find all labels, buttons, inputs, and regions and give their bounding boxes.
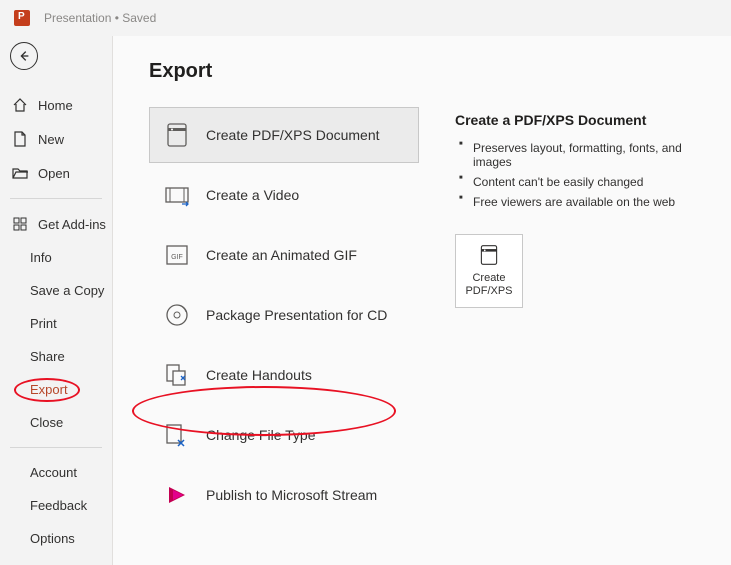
export-label: Package Presentation for CD — [206, 307, 387, 323]
detail-bullet: Preserves layout, formatting, fonts, and… — [455, 138, 695, 172]
back-button[interactable] — [10, 42, 38, 70]
export-label: Create Handouts — [206, 367, 312, 383]
nav-info[interactable]: Info — [0, 241, 112, 274]
svg-text:GIF: GIF — [171, 254, 183, 261]
export-create-pdf-xps[interactable]: Create PDF/XPS Document — [149, 107, 419, 163]
arrow-left-icon — [17, 49, 31, 63]
powerpoint-app-icon — [14, 10, 30, 26]
nav-save-copy[interactable]: Save a Copy — [0, 274, 112, 307]
nav-print[interactable]: Print — [0, 307, 112, 340]
action-label-1: Create — [472, 272, 505, 284]
export-package-cd[interactable]: Package Presentation for CD — [149, 287, 419, 343]
main-content: Export Create PDF/XPS Document Create a … — [112, 36, 731, 565]
pdf-document-icon — [164, 122, 190, 148]
export-label: Create an Animated GIF — [206, 247, 357, 263]
nav-label: Info — [30, 250, 52, 265]
stream-icon — [164, 482, 190, 508]
detail-bullets: Preserves layout, formatting, fonts, and… — [455, 138, 695, 212]
nav-open[interactable]: Open — [0, 156, 112, 190]
nav-label: Print — [30, 316, 57, 331]
nav-get-addins[interactable]: Get Add-ins — [0, 207, 112, 241]
pdf-document-icon — [478, 244, 500, 266]
new-icon — [12, 131, 28, 147]
nav-label: Export — [30, 382, 68, 397]
detail-title: Create a PDF/XPS Document — [455, 112, 695, 128]
detail-bullet: Content can't be easily changed — [455, 172, 695, 192]
nav-label: Share — [30, 349, 65, 364]
cd-icon — [164, 302, 190, 328]
nav-account[interactable]: Account — [0, 456, 112, 489]
nav-label: Save a Copy — [30, 283, 104, 298]
detail-bullet: Free viewers are available on the web — [455, 192, 695, 212]
titlebar: Presentation • Saved — [0, 0, 731, 36]
export-create-video[interactable]: Create a Video — [149, 167, 419, 223]
export-label: Publish to Microsoft Stream — [206, 487, 377, 503]
create-pdf-xps-button[interactable]: Create PDF/XPS — [455, 234, 523, 308]
nav-label: Home — [38, 98, 73, 113]
action-label-2: PDF/XPS — [465, 285, 512, 297]
document-title: Presentation • Saved — [44, 11, 156, 25]
handouts-icon — [164, 362, 190, 388]
divider — [10, 447, 102, 448]
nav-label: Open — [38, 166, 70, 181]
gif-icon: GIF — [164, 242, 190, 268]
export-create-handouts[interactable]: Create Handouts — [149, 347, 419, 403]
export-publish-stream[interactable]: Publish to Microsoft Stream — [149, 467, 419, 523]
export-change-file-type[interactable]: Change File Type — [149, 407, 419, 463]
export-create-gif[interactable]: GIF Create an Animated GIF — [149, 227, 419, 283]
page-title: Export — [149, 60, 419, 83]
nav-feedback[interactable]: Feedback — [0, 489, 112, 522]
nav-label: Account — [30, 465, 77, 480]
nav-options[interactable]: Options — [0, 522, 112, 555]
change-file-type-icon — [164, 422, 190, 448]
folder-open-icon — [12, 165, 28, 181]
export-detail-panel: Create a PDF/XPS Document Preserves layo… — [455, 60, 695, 541]
nav-label: Feedback — [30, 498, 87, 513]
export-label: Change File Type — [206, 427, 315, 443]
home-icon — [12, 97, 28, 113]
nav-new[interactable]: New — [0, 122, 112, 156]
divider — [10, 198, 102, 199]
export-label: Create a Video — [206, 187, 299, 203]
nav-label: Options — [30, 531, 75, 546]
nav-close[interactable]: Close — [0, 406, 112, 439]
addins-icon — [12, 216, 28, 232]
video-icon — [164, 182, 190, 208]
nav-label: Close — [30, 415, 63, 430]
backstage-sidebar: Home New Open Get Add-ins Info Save a Co… — [0, 36, 112, 565]
nav-export[interactable]: Export — [0, 373, 112, 406]
export-label: Create PDF/XPS Document — [206, 127, 380, 143]
nav-share[interactable]: Share — [0, 340, 112, 373]
nav-home[interactable]: Home — [0, 88, 112, 122]
nav-label: Get Add-ins — [38, 217, 106, 232]
nav-label: New — [38, 132, 64, 147]
